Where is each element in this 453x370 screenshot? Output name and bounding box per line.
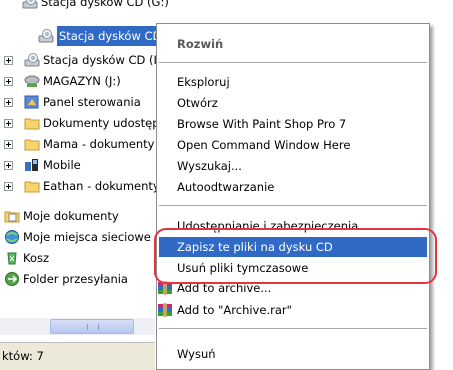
cd-drive-icon: [22, 0, 38, 10]
tree-item-label: Moje dokumenty: [23, 209, 119, 223]
tree-item-label: Stacja dysków CD (G:): [41, 0, 169, 9]
tree-item-label: Panel sterowania: [43, 95, 141, 109]
tree-item-recycle-bin[interactable]: Kosz: [4, 248, 49, 268]
expand-icon[interactable]: [4, 76, 13, 86]
expand-icon[interactable]: [4, 181, 13, 191]
tree-item-cd-i[interactable]: Stacja dysków CD (I:): [4, 50, 165, 70]
tree-item-mama[interactable]: Mama - dokumenty: [4, 134, 155, 154]
menu-item-search[interactable]: Wyszukaj...: [177, 156, 242, 176]
status-text: któw: 7: [2, 349, 44, 363]
scrollbar-thumb[interactable]: [50, 319, 134, 334]
tree-item-label: Kosz: [23, 251, 50, 265]
tree-item-label: MAGAZYN (J:): [43, 74, 121, 88]
menu-item-open[interactable]: Otwórz: [177, 93, 218, 113]
tree-item-label: Moje miejsca sieciowe: [23, 230, 151, 244]
tree-item-control-panel[interactable]: Panel sterowania: [4, 92, 141, 112]
menu-item-command-window[interactable]: Open Command Window Here: [177, 135, 350, 155]
cd-drive-icon: [24, 52, 40, 68]
menu-item-add-to-archive-rar[interactable]: Add to "Archive.rar": [158, 300, 292, 320]
tree-item-label: Mama - dokumenty: [43, 137, 155, 151]
tree-item-my-documents[interactable]: Moje dokumenty: [4, 206, 119, 226]
menu-separator: [159, 62, 427, 63]
menu-item-explore[interactable]: Eksploruj: [177, 72, 230, 92]
grip-icon: [87, 324, 99, 330]
recycle-bin-icon: [4, 250, 20, 266]
expand-icon[interactable]: [4, 118, 13, 128]
menu-item-autoplay[interactable]: Autoodtwarzanie: [177, 177, 274, 197]
folder-icon: [24, 178, 40, 194]
tree-item-network-places[interactable]: Moje miejsca sieciowe: [4, 227, 151, 247]
menu-separator: [159, 205, 427, 206]
tree-item-mobile[interactable]: Mobile: [4, 155, 81, 175]
tree-item-transfer-folder[interactable]: Folder przesyłania: [4, 269, 128, 289]
mobile-icon: [24, 157, 40, 173]
menu-separator: [159, 328, 427, 329]
expand-icon[interactable]: [4, 139, 13, 149]
tree-item-label: Eathan - dokumenty: [43, 179, 160, 193]
horizontal-scrollbar[interactable]: [0, 318, 155, 335]
network-drive-icon: [24, 73, 40, 89]
status-bar: któw: 7: [0, 342, 155, 370]
tree-item-label: Stacja dysków CD (I:): [43, 53, 166, 67]
expand-icon[interactable]: [4, 55, 13, 65]
network-places-icon: [4, 229, 20, 245]
winrar-icon: [157, 302, 173, 318]
explorer-window: Stacja dysków CD (G:) Stacja dysków CD (…: [0, 0, 453, 370]
annotation-highlight-ring: [154, 228, 437, 284]
tree-item-magazyn[interactable]: MAGAZYN (J:): [4, 71, 121, 91]
expand-icon[interactable]: [4, 97, 13, 107]
menu-item-label: Add to "Archive.rar": [177, 303, 292, 317]
menu-item-eject[interactable]: Wysuń: [177, 344, 216, 364]
menu-item-expand[interactable]: Rozwiń: [177, 34, 223, 54]
tree-item-cd-g[interactable]: Stacja dysków CD (G:): [22, 0, 169, 12]
tree-item-label: Folder przesyłania: [23, 272, 128, 286]
tree-item-label: Mobile: [43, 158, 81, 172]
folder-icon: [24, 136, 40, 152]
control-panel-icon: [24, 94, 40, 110]
context-menu: Rozwiń Eksploruj Otwórz Browse With Pain…: [156, 23, 430, 370]
menu-item-paint-shop-pro[interactable]: Browse With Paint Shop Pro 7: [177, 114, 346, 134]
folder-icon: [24, 115, 40, 131]
expand-icon[interactable]: [4, 160, 13, 170]
cd-drive-icon: [38, 28, 54, 44]
transfer-folder-icon: [4, 271, 20, 287]
tree-item-eathan[interactable]: Eathan - dokumenty: [4, 176, 160, 196]
my-documents-icon: [4, 208, 20, 224]
